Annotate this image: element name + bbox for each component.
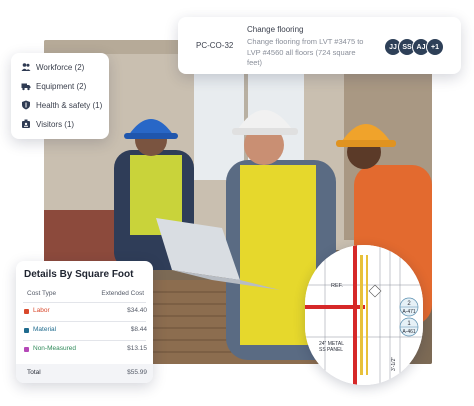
divider — [23, 321, 146, 322]
truck-icon — [21, 83, 31, 91]
extended-cost-value: $8.44 — [130, 326, 147, 333]
category-label: Workforce (2) — [36, 62, 85, 72]
avatar-overflow-count[interactable]: +1 — [426, 38, 444, 56]
total-row: Total $55.99 — [24, 369, 147, 379]
change-order-card[interactable]: PC-CO-32 Change flooring Change flooring… — [178, 17, 461, 74]
badge-icon — [22, 119, 30, 128]
details-by-square-foot-card: Details By Square Foot Cost Type Extende… — [16, 261, 153, 383]
column-header-cost-type: Cost Type — [27, 290, 57, 297]
category-equipment[interactable]: Equipment (2) — [21, 80, 86, 92]
card-title: Details By Square Foot — [24, 269, 134, 280]
divider — [23, 302, 146, 303]
blueprint-detail: 2 A-471 1 A-461 REF. 24" METAL SS PANEL … — [305, 245, 423, 385]
extended-cost-value: $13.15 — [127, 345, 147, 352]
category-label: Visitors (1) — [36, 119, 75, 129]
total-value: $55.99 — [127, 369, 147, 376]
non-measured-color-swatch — [24, 347, 29, 352]
panel-label: SS PANEL — [319, 347, 343, 353]
category-workforce[interactable]: Workforce (2) — [21, 61, 84, 73]
site-categories-card: Workforce (2) Equipment (2) Health & saf… — [11, 53, 109, 139]
ref-label: REF. — [331, 283, 343, 289]
extended-cost-value: $34.40 — [127, 307, 147, 314]
change-order-description: Change flooring from LVT #3475 to LVP #4… — [247, 37, 364, 67]
column-header-extended-cost: Extended Cost — [101, 290, 144, 297]
cost-type-label: Non-Measured — [33, 345, 76, 352]
callout-sheet-ref: A-471 — [402, 309, 416, 315]
category-label: Health & safety (1) — [36, 100, 103, 110]
table-row: Material $8.44 — [24, 326, 147, 336]
people-icon — [21, 63, 31, 71]
labor-color-swatch — [24, 309, 29, 314]
category-visitors[interactable]: Visitors (1) — [21, 118, 74, 130]
callout-sheet-ref: A-461 — [402, 329, 416, 335]
shield-icon — [22, 100, 30, 110]
change-order-code: PC-CO-32 — [196, 41, 234, 50]
category-health-safety[interactable]: Health & safety (1) — [21, 99, 102, 111]
table-row: Labor $34.40 — [24, 307, 147, 317]
change-order-title: Change flooring — [247, 25, 304, 34]
category-label: Equipment (2) — [36, 81, 87, 91]
table-row: Non-Measured $13.15 — [24, 345, 147, 355]
dimension-label: 3'-1/2" — [391, 357, 397, 371]
cost-type-label: Labor — [33, 307, 50, 314]
material-color-swatch — [24, 328, 29, 333]
divider — [23, 340, 146, 341]
total-label: Total — [27, 369, 41, 376]
cost-type-label: Material — [33, 326, 57, 333]
